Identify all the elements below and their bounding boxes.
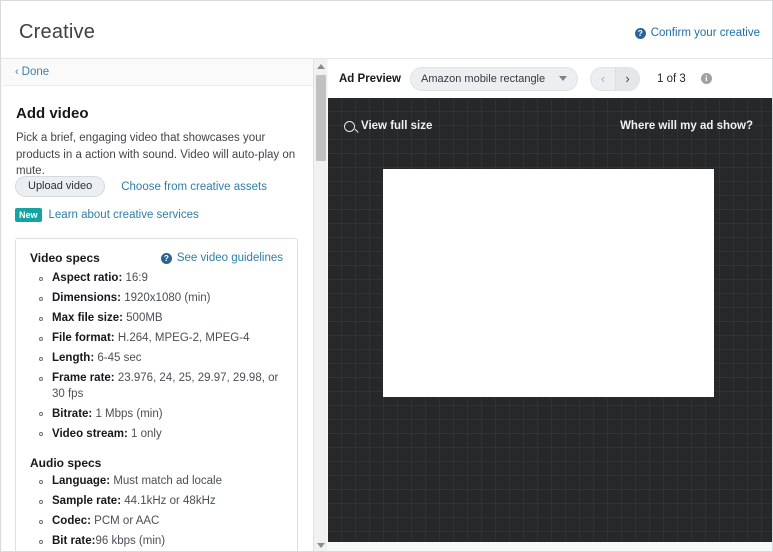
next-preview-button[interactable]: › [615, 67, 639, 90]
list-item: Sample rate: 44.1kHz or 48kHz [39, 494, 283, 510]
spec-value: H.264, MPEG-2, MPEG-4 [114, 332, 250, 344]
add-video-title: Add video [16, 105, 89, 122]
help-circle-icon [160, 252, 172, 264]
ad-preview-stage: View full size Where will my ad show? [328, 98, 772, 546]
spec-value: 44.1kHz or 48kHz [121, 495, 216, 507]
audio-specs-list: Language: Must match ad locale Sample ra… [30, 474, 283, 551]
list-item: File format: H.264, MPEG-2, MPEG-4 [39, 331, 283, 347]
list-item: Bit rate:96 kbps (min) [39, 534, 283, 550]
list-item: Codec: PCM or AAC [39, 514, 283, 530]
creative-page: Creative Confirm your creative ‹ Done Ad… [0, 0, 773, 552]
chevron-left-icon: ‹ [15, 65, 19, 78]
ad-format-value: Amazon mobile rectangle [421, 72, 546, 85]
ad-format-select[interactable]: Amazon mobile rectangle [410, 66, 578, 91]
spec-value: 1 Mbps (min) [92, 407, 163, 420]
spec-label: Video stream: [52, 427, 128, 440]
preview-page-indicator: 1 of 3 [657, 72, 686, 85]
spec-value: PCM or AAC [90, 515, 160, 527]
list-item: Dimensions: 1920x1080 (min) [39, 291, 283, 307]
spec-value: Must match ad locale [110, 475, 222, 487]
spec-value: 6-45 sec [94, 352, 142, 364]
choose-creative-assets-link[interactable]: Choose from creative assets [121, 181, 267, 193]
new-badge: New [15, 208, 42, 222]
left-panel: ‹ Done Add video Pick a brief, engaging … [2, 59, 327, 551]
spec-value: 1 only [127, 427, 162, 440]
help-circle-icon [634, 27, 646, 39]
spec-label: Codec: [52, 515, 91, 527]
spec-label: Sample rate: [52, 495, 122, 507]
ad-creative-placeholder[interactable] [383, 169, 714, 397]
confirm-creative-label: Confirm your creative [650, 27, 760, 39]
list-item: Bitrate: 1 Mbps (min) [39, 407, 283, 423]
video-specs-title: Video specs [30, 251, 100, 265]
ad-preview-toolbar: Ad Preview Amazon mobile rectangle ‹ › 1… [328, 59, 772, 98]
preview-pager: ‹ › [590, 66, 640, 91]
specs-card: Video specs See video guidelines Aspect … [15, 238, 298, 551]
spec-label: Bitrate: [52, 407, 93, 420]
scrollbar-thumb[interactable] [315, 75, 326, 161]
add-video-description: Pick a brief, engaging video that showca… [16, 132, 296, 177]
video-specs-header: Video specs See video guidelines [30, 251, 283, 265]
audio-specs-title: Audio specs [30, 456, 102, 470]
ad-preview-label: Ad Preview [339, 72, 401, 85]
previous-preview-button[interactable]: ‹ [591, 68, 615, 90]
spec-label: Dimensions: [52, 292, 122, 304]
left-panel-scrollbar[interactable] [313, 59, 327, 551]
video-specs-list: Aspect ratio: 16:9 Dimensions: 1920x1080… [30, 271, 283, 442]
scroll-down-arrow-icon[interactable] [314, 538, 327, 551]
spec-value: 500MB [122, 312, 163, 324]
done-label: Done [21, 66, 50, 78]
done-button[interactable]: ‹ Done [15, 66, 49, 78]
view-full-size-label: View full size [361, 120, 433, 132]
spec-label: Length: [52, 352, 95, 364]
where-will-my-ad-show-link[interactable]: Where will my ad show? [620, 120, 753, 132]
scroll-up-arrow-icon[interactable] [314, 59, 327, 73]
list-item: Max file size: 500MB [39, 311, 283, 327]
info-circle-icon[interactable] [700, 72, 712, 84]
page-header: Creative Confirm your creative [1, 1, 772, 59]
list-item: Frame rate: 23.976, 24, 25, 29.97, 29.98… [39, 371, 283, 402]
view-full-size-button[interactable]: View full size [344, 120, 432, 132]
spec-value: 16:9 [122, 272, 148, 284]
creative-services-row: New Learn about creative services [15, 208, 199, 222]
ad-preview-panel: Ad Preview Amazon mobile rectangle ‹ › 1… [328, 59, 772, 551]
spec-label: Bit rate: [52, 535, 96, 547]
upload-video-button[interactable]: Upload video [15, 176, 106, 197]
list-item: Length: 6-45 sec [39, 351, 283, 367]
magnifier-icon [344, 120, 355, 132]
see-video-guidelines-link[interactable]: See video guidelines [160, 252, 283, 264]
spec-label: Language: [52, 475, 111, 487]
confirm-creative-link[interactable]: Confirm your creative [634, 27, 760, 39]
chevron-down-icon [559, 75, 567, 81]
list-item: Video stream: 1 only [39, 427, 283, 443]
list-item: Language: Must match ad locale [39, 474, 283, 490]
creative-services-link[interactable]: Learn about creative services [49, 209, 199, 221]
spec-value: 1920x1080 (min) [121, 292, 211, 304]
done-bar: ‹ Done [2, 59, 326, 86]
page-title: Creative [19, 21, 96, 43]
spec-label: File format: [52, 332, 115, 344]
add-video-section: Add video Pick a brief, engaging video t… [2, 86, 313, 551]
video-action-row: Upload video Choose from creative assets [15, 176, 267, 197]
guidelines-label: See video guidelines [176, 252, 283, 264]
bottom-strip [328, 542, 772, 551]
list-item: Aspect ratio: 16:9 [39, 271, 283, 287]
spec-label: Frame rate: [52, 372, 115, 384]
spec-label: Aspect ratio: [52, 272, 123, 284]
spec-value: 96 kbps (min) [95, 535, 166, 547]
spec-label: Max file size: [52, 312, 123, 324]
